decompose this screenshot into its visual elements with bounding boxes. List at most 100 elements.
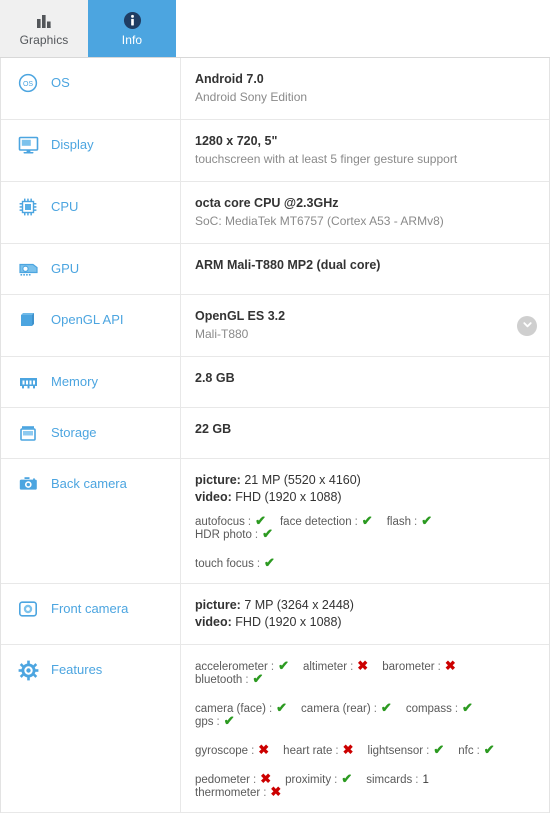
- capability-mark-yes: ✔: [252, 671, 264, 686]
- capability-mark-yes: ✔: [262, 526, 273, 541]
- capability-name: gyroscope: [195, 745, 249, 757]
- capability-name: proximity: [285, 774, 332, 786]
- back-camera-picture: picture: 21 MP (5520 x 4160): [195, 472, 535, 489]
- svg-text:OS: OS: [23, 81, 33, 88]
- front-camera-picture: picture: 7 MP (3264 x 2448): [195, 597, 535, 614]
- capability-mark-yes: ✔: [341, 771, 353, 786]
- tab-info[interactable]: Info: [88, 0, 176, 57]
- spec-label-cell-opengl-api: OpenGL API: [1, 295, 181, 356]
- spec-label-cell-back-camera: Back camera: [1, 459, 181, 583]
- memory-size: 2.8 GB: [195, 371, 235, 385]
- capability-proximity: proximity : ✔: [285, 771, 353, 786]
- spec-label-os: OS: [51, 75, 70, 90]
- gpu-model: ARM Mali-T880 MP2 (dual core): [195, 258, 381, 272]
- spec-value-cell-display: 1280 x 720, 5" touchscreen with at least…: [181, 120, 549, 181]
- spec-value-cell-features: accelerometer : ✔ altimeter : ✖ baromete…: [181, 645, 549, 812]
- capability-name: gps: [195, 716, 214, 728]
- capability-camera-rear: camera (rear) : ✔: [301, 701, 392, 715]
- capability-separator: :: [354, 516, 358, 528]
- capability-nfc: nfc : ✔: [458, 743, 494, 757]
- front-camera-video-label: video:: [195, 615, 232, 629]
- capability-separator: :: [373, 703, 377, 715]
- capability-touch-focus: touch focus : ✔: [195, 556, 275, 570]
- capability-altimeter: altimeter : ✖: [303, 659, 368, 673]
- capability-hdr-photo: HDR photo : ✔: [195, 526, 273, 541]
- spec-label-storage: Storage: [51, 425, 97, 440]
- camera-icon: [17, 473, 39, 495]
- capability-autofocus: autofocus : ✔: [195, 513, 266, 528]
- os-edition: Android Sony Edition: [195, 90, 308, 104]
- capability-separator: :: [476, 745, 480, 757]
- spec-value-cell-opengl-api: OpenGL ES 3.2 Mali-T880: [181, 295, 549, 356]
- spec-label-cell-gpu: GPU: [1, 244, 181, 294]
- spec-value-cell-memory: 2.8 GB: [181, 357, 549, 407]
- capability-name: compass: [405, 703, 452, 715]
- capability-separator: :: [268, 703, 273, 715]
- bar-chart-icon: [34, 11, 54, 31]
- spec-label-memory: Memory: [51, 374, 98, 389]
- spec-row-back-camera: Back camera picture: 21 MP (5520 x 4160)…: [1, 459, 549, 584]
- gpu-card-icon: [17, 258, 39, 280]
- capability-face-detection: face detection : ✔: [280, 514, 373, 528]
- tab-graphics-label: Graphics: [19, 32, 69, 47]
- spec-label-display: Display: [51, 137, 94, 152]
- capability-mark-yes: ✔: [276, 700, 288, 715]
- capability-name: camera (rear): [301, 703, 371, 715]
- spec-row-display: Display 1280 x 720, 5" touchscreen with …: [1, 120, 549, 182]
- capability-pedometer: pedometer : ✖: [195, 772, 271, 786]
- spec-value-cell-os: Android 7.0 Android Sony Edition: [181, 58, 549, 119]
- spec-row-opengl-api: OpenGL API OpenGL ES 3.2 Mali-T880: [1, 295, 549, 357]
- cube-icon: [17, 309, 39, 331]
- front-camera-video: video: FHD (1920 x 1088): [195, 614, 535, 631]
- front-camera-video-value: FHD (1920 x 1088): [235, 615, 342, 629]
- display-touch-info: touchscreen with at least 5 finger gestu…: [195, 152, 458, 166]
- capability-value: 1: [422, 773, 429, 786]
- capability-lightsensor: lightsensor : ✔: [368, 743, 445, 757]
- capability-bluetooth: bluetooth : ✔: [195, 671, 264, 686]
- capability-gyroscope: gyroscope : ✖: [195, 743, 269, 757]
- back-camera-picture-label: picture:: [195, 473, 241, 487]
- capability-line: gyroscope : ✖ heart rate : ✖ lightsensor…: [195, 742, 535, 757]
- capability-mark-no: ✖: [342, 742, 354, 757]
- capability-mark-no: ✖: [444, 658, 456, 673]
- capability-gps: gps : ✔: [195, 714, 235, 728]
- back-camera-video-value: FHD (1920 x 1088): [235, 490, 342, 504]
- spec-label-cell-display: Display: [1, 120, 181, 181]
- spec-row-features: Features accelerometer : ✔ altimeter : ✖: [1, 645, 549, 813]
- spec-value-cell-front-camera: picture: 7 MP (3264 x 2448) video: FHD (…: [181, 584, 549, 644]
- spec-value-cell-cpu: octa core CPU @2.3GHz SoC: MediaTek MT67…: [181, 182, 549, 243]
- storage-icon: [17, 422, 39, 444]
- ram-icon: [17, 371, 39, 393]
- chevron-down-icon: [522, 317, 533, 335]
- capability-compass: compass : ✔: [405, 701, 473, 715]
- gear-icon: [17, 659, 39, 681]
- capability-name: accelerometer: [195, 661, 268, 673]
- capability-separator: :: [414, 516, 418, 528]
- capability-separator: :: [335, 745, 339, 757]
- opengl-version: OpenGL ES 3.2: [195, 309, 286, 323]
- capability-separator: :: [216, 716, 220, 728]
- capability-barometer: barometer : ✖: [382, 658, 456, 673]
- spec-value-cell-storage: 22 GB: [181, 408, 549, 458]
- opengl-expand-button[interactable]: [517, 315, 537, 336]
- spec-label-cell-cpu: CPU: [1, 182, 181, 243]
- spec-label-opengl-api: OpenGL API: [51, 312, 124, 327]
- display-resolution: 1280 x 720, 5": [195, 134, 278, 148]
- tab-graphics[interactable]: Graphics: [0, 0, 88, 57]
- monitor-icon: [17, 134, 39, 156]
- capability-thermometer: thermometer : ✖: [195, 785, 281, 799]
- spec-label-cell-storage: Storage: [1, 408, 181, 458]
- os-version: Android 7.0: [195, 72, 264, 86]
- cpu-soc: SoC: MediaTek MT6757 (Cortex A53 - ARMv8…: [195, 214, 444, 228]
- capability-name: HDR photo: [195, 529, 252, 541]
- capability-heart-rate: heart rate : ✖: [283, 742, 354, 757]
- capability-separator: :: [245, 674, 249, 686]
- spec-label-gpu: GPU: [51, 261, 80, 276]
- capability-separator: :: [415, 773, 419, 786]
- capability-mark-yes: ✔: [255, 513, 266, 528]
- capability-accelerometer: accelerometer : ✔: [195, 659, 289, 673]
- capability-line: touch focus : ✔: [195, 556, 535, 570]
- capability-separator: :: [247, 516, 252, 528]
- os-circle-icon: OS: [17, 72, 39, 94]
- capability-separator: :: [350, 661, 354, 673]
